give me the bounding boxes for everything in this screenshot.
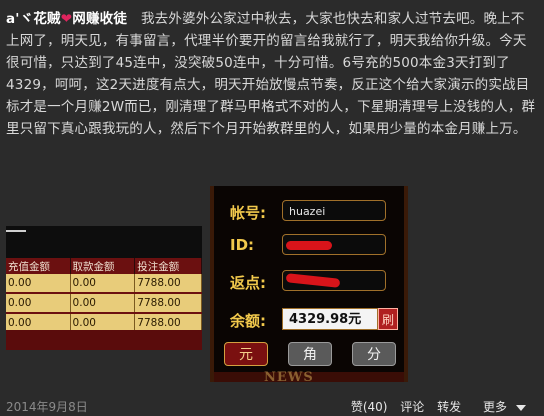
repost-button[interactable]: 转发 [437,400,461,414]
heart-icon: ❤ [60,11,73,27]
unit-yuan-button: 元 [224,342,268,366]
refresh-button: 刷 [378,308,398,330]
account-label: 帐号: [230,204,266,222]
account-field: huazei [282,200,386,221]
table-cell: 0.00 [6,293,71,314]
post-body: a'ヾ花贼❤网赚收徒 我去外婆外公家过中秋去，大家也快去和家人过节去吧。晚上不上… [6,8,536,140]
redaction-scribble [286,241,332,250]
table-cell: 0.00 [70,293,136,314]
table-cell: 7788.00 [134,293,202,314]
table-bottom-band [6,330,202,350]
author-suffix[interactable]: 网赚收徒 [72,11,127,27]
post-date[interactable]: 2014年9月8日 [6,398,88,415]
more-label: 更多 [482,400,507,414]
id-label: ID: [230,236,255,254]
post-footer: 2014年9月8日 赞(40) 评论 转发 更多 [0,396,544,416]
news-banner: NEWS [264,370,314,382]
header-withdraw: 取款金额 [70,258,136,274]
screenshot-table: 充值金额 取款金额 投注金额 0.00 0.00 7788.00 0.00 0.… [6,226,202,350]
balance-label: 余额: [230,312,266,330]
screenshot-account-panel: 帐号: huazei ID: 返点: 余额: 4329.98元 刷 元 角 分 … [210,186,408,382]
table-cell: 7788.00 [134,274,202,294]
table-header-row: 充值金额 取款金额 投注金额 [6,258,202,274]
table-cell: 0.00 [70,274,136,294]
rebate-label: 返点: [230,274,266,292]
unit-fen-button: 分 [352,342,396,366]
header-deposit: 充值金额 [6,258,71,274]
unit-jiao-button: 角 [288,342,332,366]
transaction-table: 充值金额 取款金额 投注金额 0.00 0.00 7788.00 0.00 0.… [6,258,202,334]
header-bet: 投注金额 [134,258,202,274]
comment-button[interactable]: 评论 [400,400,424,414]
table-top-band [6,226,202,258]
more-button[interactable]: 更多 [474,400,526,414]
table-row: 0.00 0.00 7788.00 [6,293,202,314]
balance-field: 4329.98元 [282,308,378,330]
like-button[interactable]: 赞(40) [351,400,388,414]
author-handle[interactable]: a'ヾ花贼 [6,11,61,27]
table-row: 0.00 0.00 7788.00 [6,274,202,294]
table-cell: 0.00 [6,274,71,294]
author-name[interactable]: a'ヾ花贼❤网赚收徒 [6,11,132,27]
chevron-down-icon [516,404,526,411]
post-content: 我去外婆外公家过中秋去，大家也快去和家人过节去吧。晚上不上网了，明天见，有事留言… [6,11,536,137]
post-actions: 赞(40) 评论 转发 更多 [342,398,526,415]
table-top-line [6,230,26,232]
